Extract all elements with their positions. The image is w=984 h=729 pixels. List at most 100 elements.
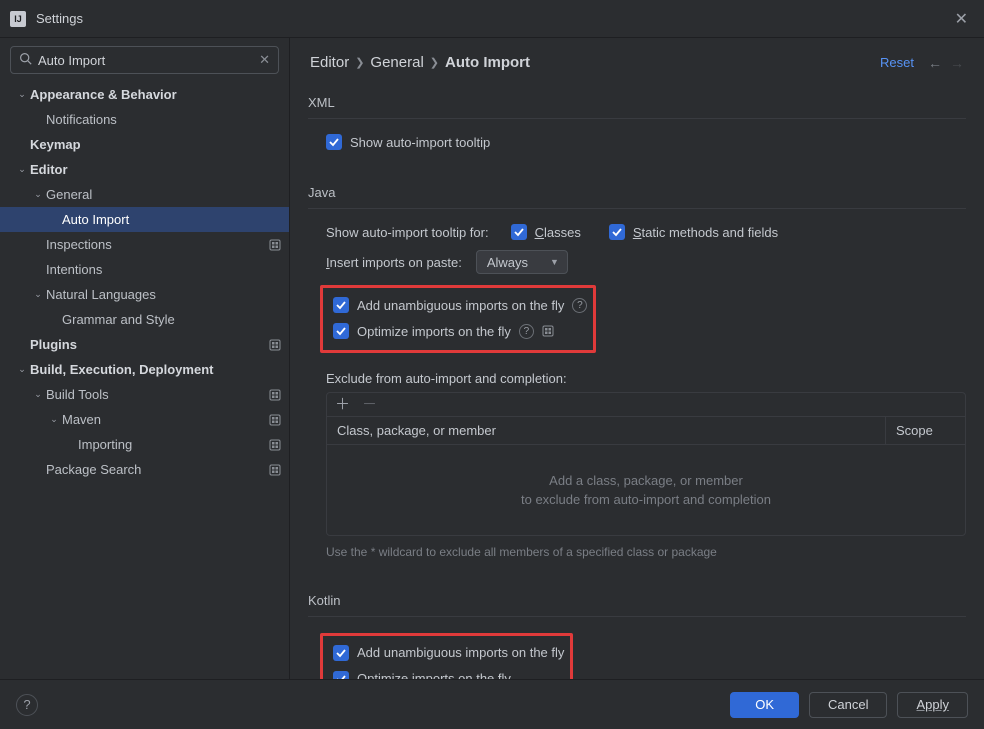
empty-text: Add a class, package, or member — [549, 473, 743, 488]
chevron-down-icon[interactable]: ⌄ — [46, 414, 62, 425]
tree-row[interactable]: ⌄Plugins — [0, 332, 289, 357]
checkbox-add-unambiguous-kotlin[interactable] — [333, 645, 349, 661]
chevron-down-icon: ▼ — [550, 257, 559, 267]
tree-row[interactable]: ⌄Appearance & Behavior — [0, 82, 289, 107]
tree-label: Auto Import — [62, 212, 281, 227]
tree-label: Build Tools — [46, 387, 263, 402]
section-java: Java Show auto-import tooltip for: Class… — [308, 181, 966, 561]
content-scroll[interactable]: XML Show auto-import tooltip Java Show a… — [290, 81, 984, 679]
remove-icon[interactable]: － — [362, 397, 377, 412]
tree-row[interactable]: ⌄Grammar and Style — [0, 307, 289, 332]
help-icon[interactable]: ? — [572, 298, 587, 313]
tree-row[interactable]: ⌄Auto Import — [0, 207, 289, 232]
reset-link[interactable]: Reset — [880, 55, 914, 70]
divider — [308, 118, 966, 119]
tree-label: Importing — [78, 437, 263, 452]
tree-row[interactable]: ⌄Maven — [0, 407, 289, 432]
section-title: Java — [308, 181, 966, 204]
checkbox-add-unambiguous-java[interactable] — [333, 297, 349, 313]
breadcrumb-item[interactable]: General — [370, 54, 423, 71]
divider — [308, 208, 966, 209]
select-value: Always — [487, 255, 528, 270]
tree-row[interactable]: ⌄Natural Languages — [0, 282, 289, 307]
checkbox-classes[interactable] — [511, 224, 527, 240]
chevron-down-icon[interactable]: ⌄ — [14, 89, 30, 100]
tree-label: Keymap — [30, 137, 281, 152]
tree-row[interactable]: ⌄Keymap — [0, 132, 289, 157]
row-optimize-kotlin: Optimize imports on the fly — [329, 666, 564, 679]
checkbox-xml-tooltip[interactable] — [326, 134, 342, 150]
chevron-down-icon[interactable]: ⌄ — [30, 389, 46, 400]
column-scope: Scope — [885, 417, 965, 444]
label: Optimize imports on the fly — [357, 671, 511, 679]
tree-row[interactable]: ⌄Package Search — [0, 457, 289, 482]
close-icon[interactable]: ✕ — [949, 5, 974, 33]
tree-row[interactable]: ⌄Editor — [0, 157, 289, 182]
project-scope-icon — [269, 339, 281, 351]
content-panel: Editor ❯ General ❯ Auto Import Reset ← →… — [290, 38, 984, 679]
search-input[interactable] — [38, 49, 257, 72]
apply-button[interactable]: Apply — [897, 692, 968, 718]
chevron-down-icon[interactable]: ⌄ — [14, 164, 30, 175]
breadcrumb: Editor ❯ General ❯ Auto Import — [310, 54, 530, 71]
nav-arrows: ← → — [928, 55, 964, 71]
label: Insert imports on paste: — [326, 255, 462, 270]
exclude-toolbar: ＋ － — [327, 393, 965, 417]
checkbox-static-methods[interactable] — [609, 224, 625, 240]
chevron-right-icon: ❯ — [430, 56, 439, 69]
tree-label: Notifications — [46, 112, 281, 127]
row-insert-on-paste: Insert imports on paste: Always ▼ — [308, 245, 966, 279]
help-icon[interactable]: ? — [519, 324, 534, 339]
row-add-unambiguous-java: Add unambiguous imports on the fly ? — [329, 292, 587, 318]
label: Show auto-import tooltip — [350, 135, 490, 150]
app-icon: IJ — [10, 11, 26, 27]
chevron-down-icon[interactable]: ⌄ — [14, 364, 30, 375]
settings-tree[interactable]: ⌄Appearance & Behavior⌄Notifications⌄Key… — [0, 82, 289, 679]
content-header: Editor ❯ General ❯ Auto Import Reset ← → — [290, 38, 984, 81]
ok-button[interactable]: OK — [730, 692, 799, 718]
exclude-hint: Use the * wildcard to exclude all member… — [326, 544, 746, 561]
tree-row[interactable]: ⌄Inspections — [0, 232, 289, 257]
highlight-box-java: Add unambiguous imports on the fly ? Opt… — [320, 285, 596, 353]
insert-on-paste-select[interactable]: Always ▼ — [476, 250, 568, 274]
chevron-down-icon[interactable]: ⌄ — [30, 289, 46, 300]
tree-row[interactable]: ⌄General — [0, 182, 289, 207]
help-button[interactable]: ? — [16, 694, 38, 716]
tree-label: Appearance & Behavior — [30, 87, 281, 102]
label-classes: Classes — [535, 225, 581, 240]
dialog-footer: ? OK Cancel Apply — [0, 679, 984, 729]
back-icon[interactable]: ← — [928, 55, 942, 71]
row-xml-tooltip: Show auto-import tooltip — [308, 129, 966, 155]
add-icon[interactable]: ＋ — [335, 397, 350, 412]
tree-row[interactable]: ⌄Importing — [0, 432, 289, 457]
checkbox-optimize-kotlin[interactable] — [333, 671, 349, 679]
tree-label: Editor — [30, 162, 281, 177]
label: Show auto-import tooltip for: — [326, 225, 489, 240]
tree-row[interactable]: ⌄Intentions — [0, 257, 289, 282]
tree-label: Plugins — [30, 337, 263, 352]
tree-label: Intentions — [46, 262, 281, 277]
checkbox-optimize-java[interactable] — [333, 323, 349, 339]
main-area: ✕ ⌄Appearance & Behavior⌄Notifications⌄K… — [0, 38, 984, 679]
clear-search-icon[interactable]: ✕ — [257, 52, 272, 68]
chevron-right-icon: ❯ — [355, 56, 364, 69]
chevron-down-icon[interactable]: ⌄ — [30, 189, 46, 200]
cancel-button[interactable]: Cancel — [809, 692, 887, 718]
settings-window: IJ Settings ✕ ✕ ⌄Appearance & Behavior⌄N… — [0, 0, 984, 729]
breadcrumb-item[interactable]: Editor — [310, 54, 349, 71]
project-scope-icon — [269, 414, 281, 426]
exclude-empty-body: Add a class, package, or member to exclu… — [327, 445, 965, 535]
tree-row[interactable]: ⌄Notifications — [0, 107, 289, 132]
section-title: Kotlin — [308, 589, 966, 612]
tree-row[interactable]: ⌄Build Tools — [0, 382, 289, 407]
tree-label: Build, Execution, Deployment — [30, 362, 281, 377]
breadcrumb-leaf: Auto Import — [445, 54, 530, 71]
project-scope-icon — [542, 325, 554, 337]
row-java-tooltip-for: Show auto-import tooltip for: Classes St… — [308, 219, 966, 245]
tree-label: Natural Languages — [46, 287, 281, 302]
project-scope-icon — [269, 464, 281, 476]
titlebar: IJ Settings ✕ — [0, 0, 984, 38]
tree-label: Grammar and Style — [62, 312, 281, 327]
tree-row[interactable]: ⌄Build, Execution, Deployment — [0, 357, 289, 382]
row-add-unambiguous-kotlin: Add unambiguous imports on the fly — [329, 640, 564, 666]
